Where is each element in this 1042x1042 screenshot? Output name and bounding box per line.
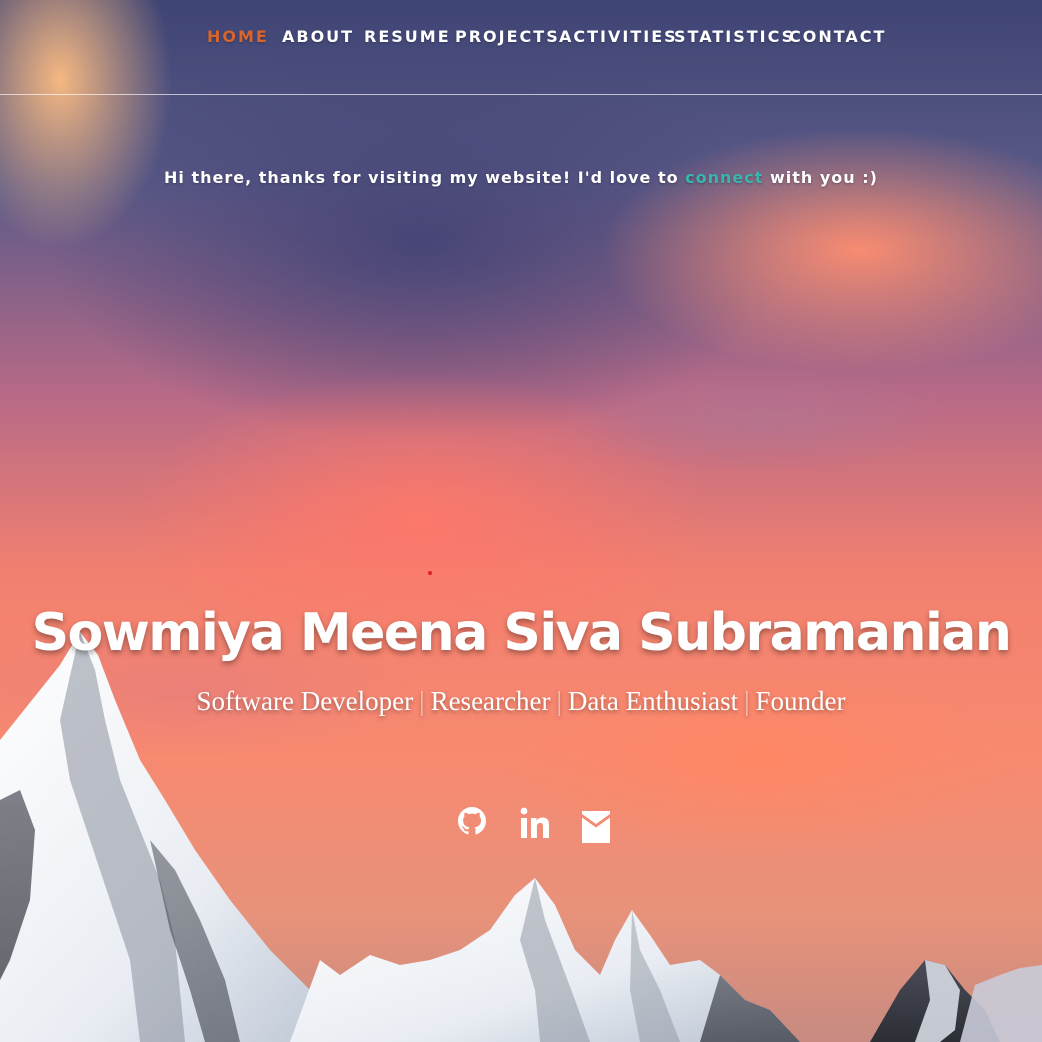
nav-contact[interactable]: CONTACT bbox=[789, 27, 886, 46]
main-navigation: HOME ABOUT RESUME PROJECTS ACTIVITIES ST… bbox=[0, 0, 1042, 95]
hero-name: Sowmiya Meena Siva Subramanian bbox=[31, 602, 1012, 663]
email-link[interactable] bbox=[580, 803, 616, 849]
mountains-illustration bbox=[0, 632, 1042, 1042]
envelope-icon bbox=[582, 811, 610, 843]
greeting-text: Hi there, thanks for visiting my website… bbox=[0, 168, 1042, 187]
nav-resume[interactable]: RESUME bbox=[364, 27, 451, 46]
github-link[interactable] bbox=[456, 803, 492, 849]
role-founder: Founder bbox=[755, 686, 846, 716]
linkedin-icon bbox=[520, 807, 549, 838]
linkedin-link[interactable] bbox=[518, 803, 554, 849]
nav-projects[interactable]: PROJECTS bbox=[455, 27, 560, 46]
hero-roles: Software Developer | Researcher | Data Enthu… bbox=[0, 686, 1042, 717]
social-links bbox=[456, 803, 616, 849]
role-separator: | bbox=[419, 686, 425, 716]
nav-home[interactable]: HOME bbox=[207, 27, 269, 46]
nav-list: HOME ABOUT RESUME PROJECTS ACTIVITIES ST… bbox=[0, 27, 1042, 51]
role-software-developer: Software Developer bbox=[196, 686, 414, 716]
nav-activities[interactable]: ACTIVITIES bbox=[559, 27, 678, 46]
connect-link[interactable]: connect bbox=[685, 168, 763, 187]
role-separator: | bbox=[744, 686, 750, 716]
role-data-enthusiast: Data Enthusiast bbox=[567, 686, 739, 716]
role-researcher: Researcher bbox=[430, 686, 551, 716]
role-separator: | bbox=[556, 686, 562, 716]
nav-statistics[interactable]: STATISTICS bbox=[674, 27, 795, 46]
greeting-after: with you :) bbox=[763, 168, 878, 187]
greeting-before: Hi there, thanks for visiting my website… bbox=[164, 168, 686, 187]
nav-about[interactable]: ABOUT bbox=[282, 27, 354, 46]
github-icon bbox=[458, 807, 486, 835]
red-dot-marker bbox=[428, 571, 432, 575]
